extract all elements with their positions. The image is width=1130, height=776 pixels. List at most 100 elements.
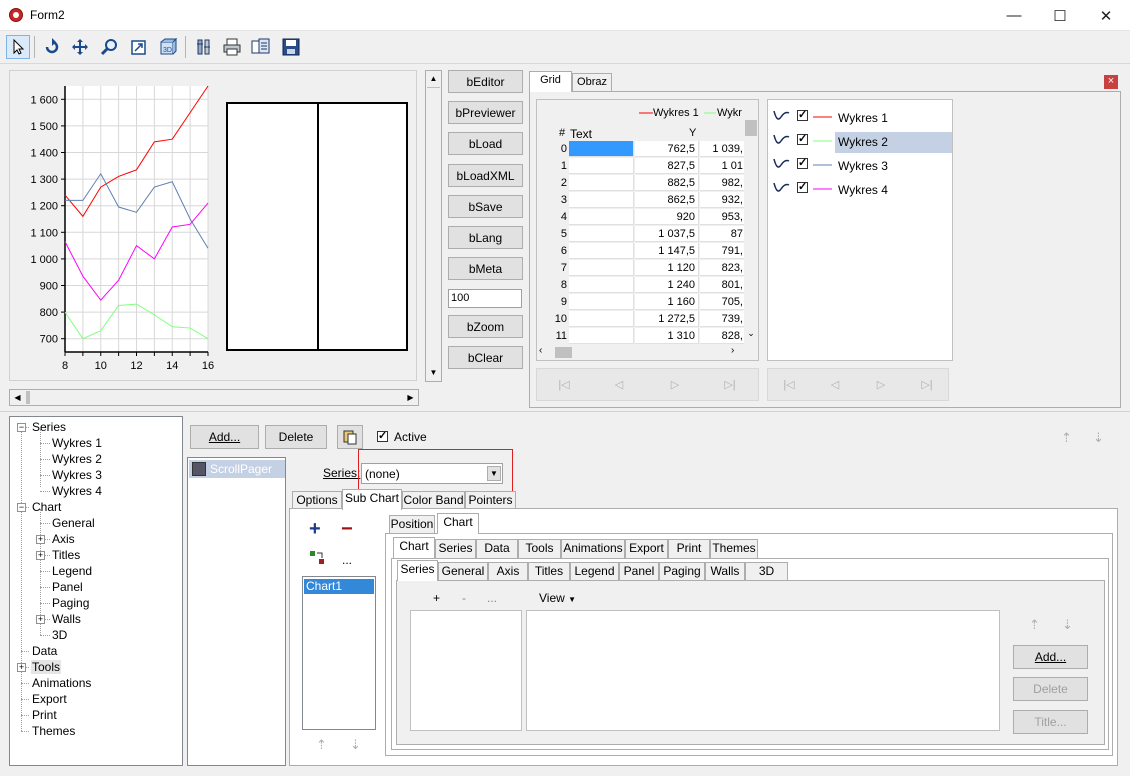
charttab-chart[interactable]: Chart: [393, 537, 435, 558]
series-options-dots[interactable]: ...: [487, 591, 497, 605]
delete-tool-button[interactable]: Delete: [265, 425, 327, 449]
tree-item-axis[interactable]: Axis: [51, 532, 76, 546]
chart-down-icon[interactable]: ⇣: [350, 737, 361, 753]
add-series-button[interactable]: Add...: [1013, 645, 1088, 669]
beditor-button[interactable]: bEditor: [448, 70, 523, 93]
series-up-icon[interactable]: ⇡: [1029, 617, 1040, 633]
move-chart-icon[interactable]: [309, 550, 325, 566]
chart-up-icon[interactable]: ⇡: [316, 737, 327, 753]
maximize-button[interactable]: ☐: [1037, 0, 1083, 31]
zoom-tool-button[interactable]: [97, 35, 121, 59]
3d-tool-button[interactable]: 3D: [156, 35, 180, 59]
grid-cell-y2[interactable]: 1 039,: [700, 141, 744, 157]
scroll-track[interactable]: [427, 87, 440, 363]
expand-icon[interactable]: +: [36, 535, 45, 544]
scroll-left-icon[interactable]: ◀: [10, 390, 25, 405]
tree-item-paging[interactable]: Paging: [51, 596, 90, 610]
blang-button[interactable]: bLang: [448, 226, 523, 249]
grid-vertical-scrollbar[interactable]: ⌄: [744, 100, 758, 345]
tree-item-series[interactable]: Series: [31, 420, 67, 434]
bmeta-button[interactable]: bMeta: [448, 257, 523, 280]
expand-icon[interactable]: +: [36, 615, 45, 624]
charttab-series[interactable]: Series: [435, 539, 476, 558]
rotate-tool-button[interactable]: [40, 35, 64, 59]
add-chart-icon[interactable]: +: [309, 519, 321, 539]
series-visible-checkbox[interactable]: [797, 180, 808, 193]
last-record-icon[interactable]: ▷|: [719, 375, 741, 395]
grid-row[interactable]: 5 1 037,5 87: [537, 226, 744, 243]
prev-record-icon[interactable]: ◁: [608, 375, 630, 395]
grid-cell-text[interactable]: [569, 294, 634, 310]
expand-icon[interactable]: +: [17, 663, 26, 672]
chart-list[interactable]: Chart1: [302, 576, 376, 730]
grid-cell-text[interactable]: [569, 311, 634, 327]
subtab-chart[interactable]: Chart: [437, 513, 479, 534]
add-tool-button[interactable]: Add...: [190, 425, 259, 449]
series-visible-checkbox[interactable]: [797, 132, 808, 145]
series-first-icon[interactable]: |◁: [778, 375, 800, 395]
tree-item-titles[interactable]: Titles: [51, 548, 81, 562]
remove-chart-icon[interactable]: −: [341, 519, 353, 539]
grid-cell-y[interactable]: 1 147,5: [635, 243, 699, 259]
charttab-export[interactable]: Export: [625, 539, 668, 558]
tree-item-animations[interactable]: Animations: [31, 676, 92, 690]
add-series-icon[interactable]: +: [433, 591, 440, 605]
zoom-value-input[interactable]: 100: [448, 289, 522, 308]
grid-cell-y[interactable]: 1 240: [635, 277, 699, 293]
expand-icon[interactable]: +: [36, 551, 45, 560]
move-tool-button[interactable]: [68, 35, 92, 59]
grid-cell-y[interactable]: 1 037,5: [635, 226, 699, 242]
seriestab-walls[interactable]: Walls: [705, 562, 745, 581]
series-visible-checkbox[interactable]: [797, 156, 808, 169]
grid-scroll-down-icon[interactable]: ⌄: [744, 328, 758, 342]
bsave-button[interactable]: bSave: [448, 195, 523, 218]
tab-obraz[interactable]: Obraz: [572, 73, 612, 92]
view-menu[interactable]: View ▼: [539, 591, 576, 605]
series-list-view[interactable]: [526, 610, 1000, 731]
tree-item-export[interactable]: Export: [31, 692, 68, 706]
charttab-tools[interactable]: Tools: [518, 539, 561, 558]
delete-series-button[interactable]: Delete: [1013, 677, 1088, 701]
move-down-icon[interactable]: ⇣: [1093, 430, 1104, 446]
grid-row[interactable]: 6 1 147,5 791,: [537, 243, 744, 260]
series-gallery-list[interactable]: [410, 610, 522, 731]
close-tab-icon[interactable]: ×: [1104, 75, 1118, 89]
tree-item-d3[interactable]: 3D: [51, 628, 68, 642]
seriestab-series[interactable]: Series: [397, 560, 438, 581]
remove-series-icon[interactable]: -: [462, 591, 466, 605]
grid-scroll-thumb[interactable]: [745, 120, 757, 136]
scroll-thumb[interactable]: [26, 391, 30, 404]
chart-vertical-scrollbar[interactable]: ▲ ▼: [425, 70, 442, 382]
series-next-icon[interactable]: ▷: [870, 375, 892, 395]
print-button[interactable]: [220, 35, 244, 59]
charttab-themes[interactable]: Themes: [710, 539, 758, 558]
chart-list-item[interactable]: Chart1: [304, 579, 374, 594]
grid-cell-y2[interactable]: 739,: [700, 311, 744, 327]
grid-cell-y[interactable]: 1 160: [635, 294, 699, 310]
grid-row[interactable]: 3 862,5 932,: [537, 192, 744, 209]
series-checklist[interactable]: Wykres 1 Wykres 2 Wykres 3 Wykres 4: [767, 99, 953, 361]
copy-tool-button[interactable]: [337, 425, 363, 449]
grid-cell-text[interactable]: [569, 209, 634, 225]
depth-tool-button[interactable]: [127, 35, 151, 59]
grid-horizontal-scrollbar[interactable]: ‹ ›: [537, 345, 744, 360]
grid-cell-y2[interactable]: 1 01: [700, 158, 744, 174]
data-grid[interactable]: Wykres 1 Wykr # Text Y 0 762,5 1 039, 1 827,…: [536, 99, 759, 361]
grid-cell-y2[interactable]: 823,: [700, 260, 744, 276]
grid-row[interactable]: 4 920 953,: [537, 209, 744, 226]
grid-row[interactable]: 0 762,5 1 039,: [537, 141, 744, 158]
scroll-down-icon[interactable]: ▼: [426, 365, 441, 380]
grid-row[interactable]: 9 1 160 705,: [537, 294, 744, 311]
tree-item-tools[interactable]: Tools: [31, 660, 62, 674]
grid-cell-text[interactable]: [569, 158, 634, 174]
editor-tree[interactable]: − Series Wykres 1 Wykres 2 Wykres 3 Wykres 4−…: [9, 416, 183, 766]
grid-cell-y2[interactable]: 932,: [700, 192, 744, 208]
grid-scroll-left-icon[interactable]: ‹: [539, 345, 542, 356]
first-record-icon[interactable]: |◁: [553, 375, 575, 395]
grid-cell-y2[interactable]: 705,: [700, 294, 744, 310]
close-button[interactable]: ✕: [1083, 0, 1129, 31]
tab-grid[interactable]: Grid: [529, 71, 572, 92]
grid-row[interactable]: 11 1 310 828,: [537, 328, 744, 345]
grid-cell-text[interactable]: [569, 277, 634, 293]
tree-item-walls[interactable]: Walls: [51, 612, 82, 626]
